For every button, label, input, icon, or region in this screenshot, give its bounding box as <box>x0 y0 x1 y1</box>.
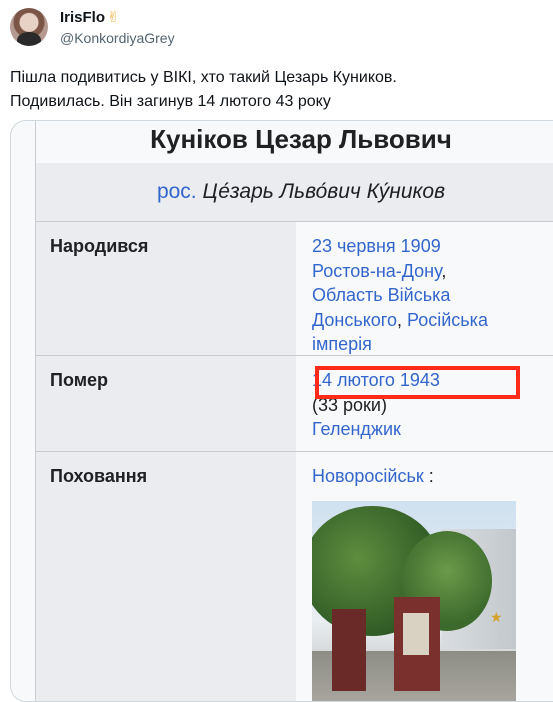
born-date-link[interactable]: 23 червня 1909 <box>312 236 441 256</box>
born-value: 23 червня 1909 Ростов-на-Дону, Область В… <box>312 236 488 354</box>
photo-monument-wall <box>332 609 366 691</box>
died-place-link[interactable]: Геленджик <box>312 419 401 439</box>
born-row: Народився 23 червня 1909 Ростов-на-Дону,… <box>36 221 553 356</box>
victory-hand-emoji: ✌ <box>107 9 120 26</box>
burial-value: Новоросійськ : <box>312 464 552 489</box>
tweet-text-line-2: Подивилась. Він загинув 14 лютого 43 рок… <box>10 93 331 110</box>
infobox-title: Куніков Цезар Львович <box>150 124 452 154</box>
born-country-line1[interactable]: Російська <box>407 310 488 330</box>
tweet-text: Пішла подивитись у ВІКІ, хто такий Цезар… <box>10 66 540 114</box>
born-label: Народився <box>36 222 296 356</box>
star-icon: ★ <box>490 609 503 625</box>
subtitle-native-name: Це́зарь Льво́вич Ку́ников <box>202 180 446 203</box>
burial-label: Поховання <box>36 452 296 701</box>
burial-place-link[interactable]: Новоросійськ <box>312 466 424 486</box>
wiki-infobox: Куніков Цезар Львович рос. Це́зарь Льво́… <box>35 121 553 701</box>
author-display-name[interactable]: IrisFlo <box>60 9 105 26</box>
born-region-line2[interactable]: Донського <box>312 310 397 330</box>
born-region-line1[interactable]: Область Війська <box>312 285 450 305</box>
burial-suffix: : <box>423 466 434 486</box>
infobox-subtitle: рос. Це́зарь Льво́вич Ку́ников <box>36 163 553 221</box>
born-city-link[interactable]: Ростов-на-Дону <box>312 261 441 281</box>
author-name[interactable]: IrisFlo ✌ <box>60 8 120 26</box>
died-label: Помер <box>36 356 296 452</box>
born-country-line2[interactable]: імперія <box>312 334 372 354</box>
avatar[interactable] <box>10 8 48 46</box>
photo-plaque <box>403 613 429 655</box>
tweet-media-image[interactable]: Куніков Цезар Львович рос. Це́зарь Льво́… <box>10 120 553 702</box>
tweet-text-line-1: Пішла подивитись у ВІКІ, хто такий Цезар… <box>10 69 397 86</box>
memorial-photo[interactable]: ★ <box>312 501 516 701</box>
author-handle[interactable]: @KonkordiyaGrey <box>60 30 175 46</box>
subtitle-language-link[interactable]: рос. <box>157 180 197 203</box>
red-highlight-box <box>315 366 520 399</box>
